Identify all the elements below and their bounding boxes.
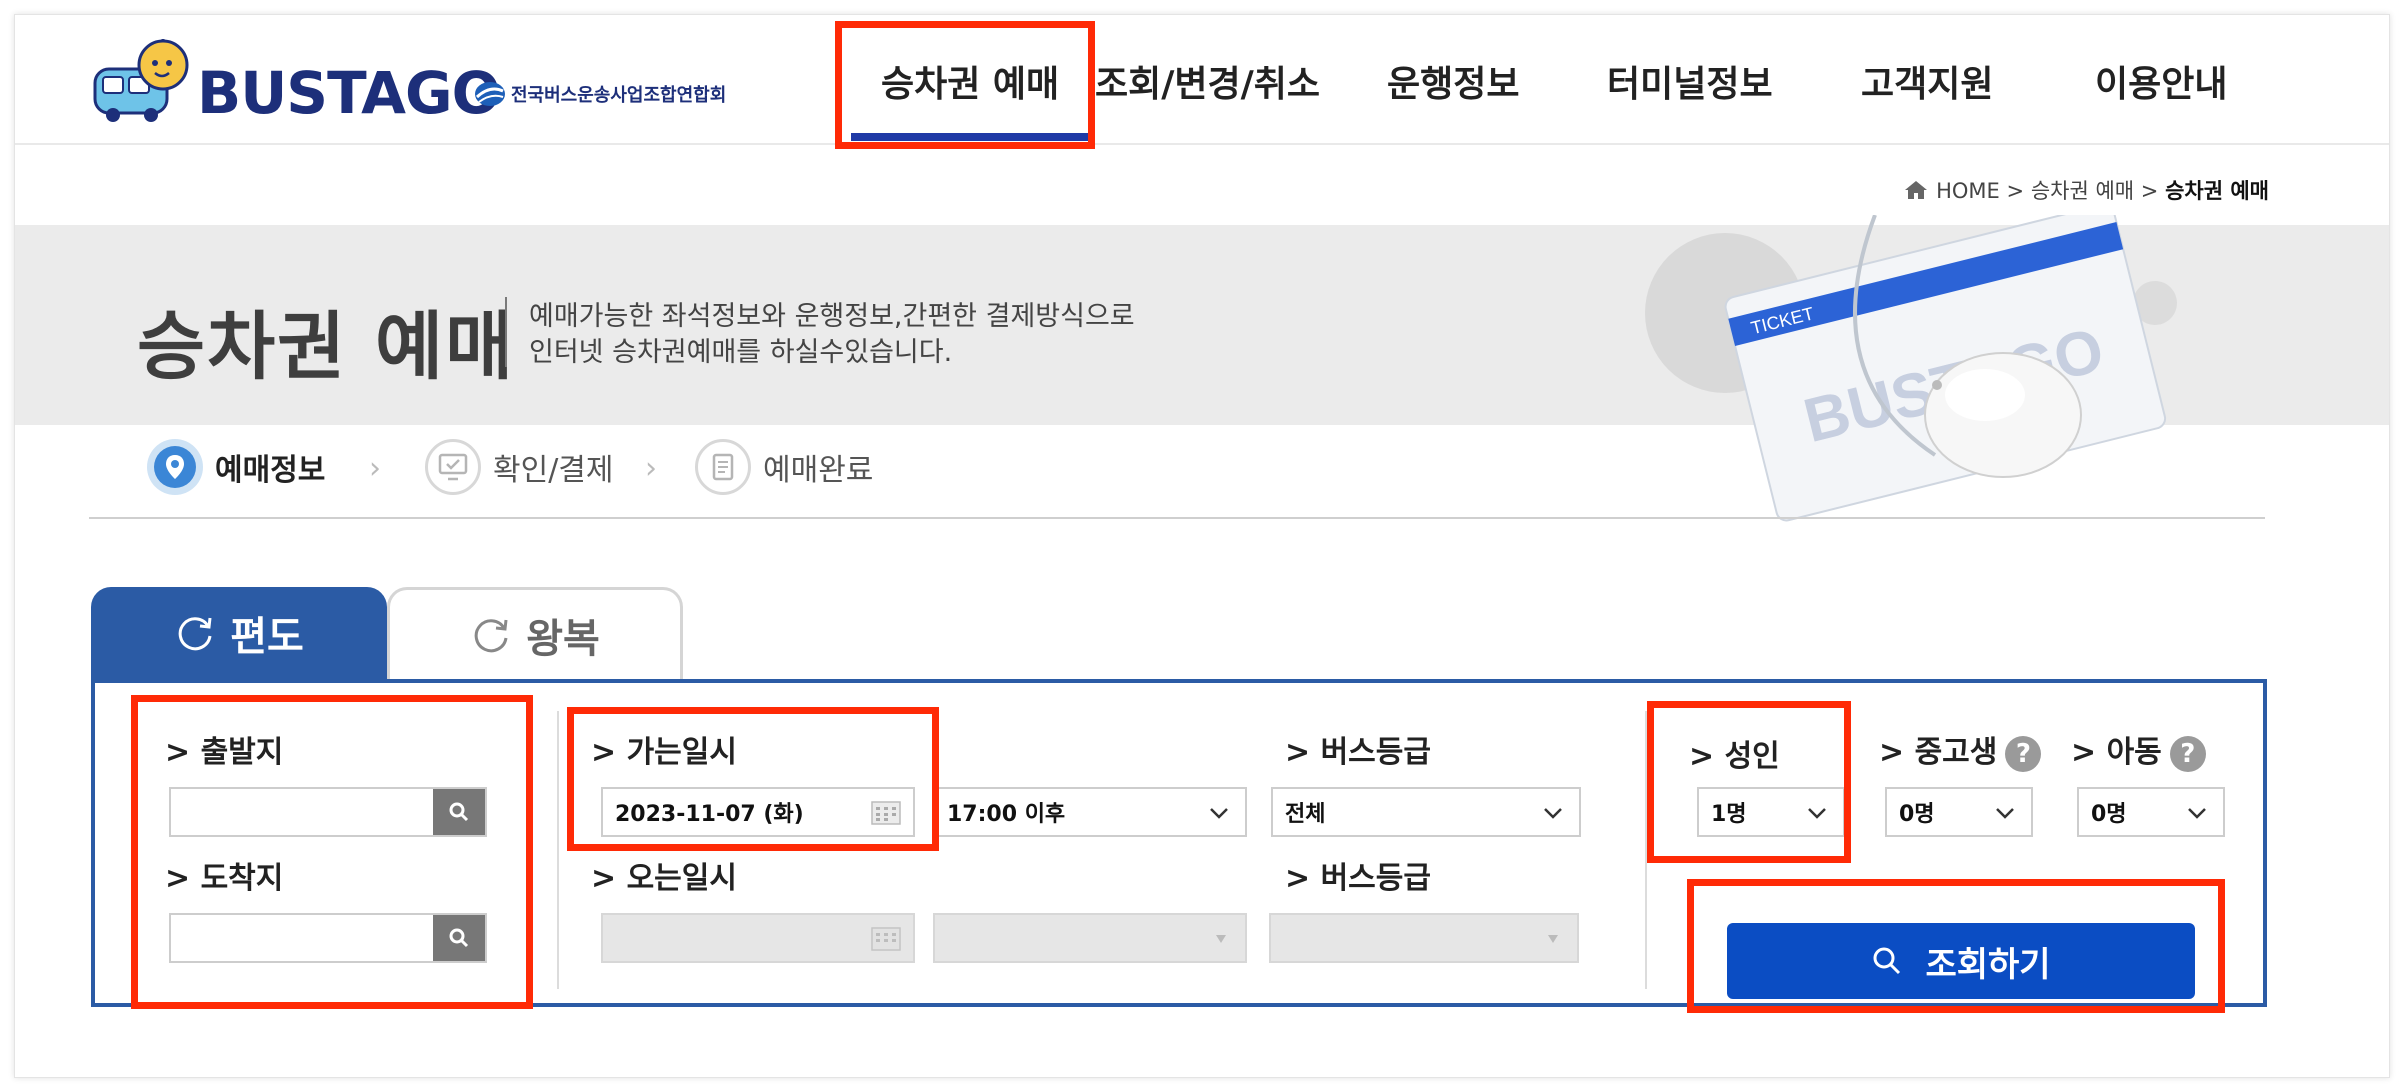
chevron-right-icon: ›: [645, 451, 657, 486]
departure-search-button[interactable]: [433, 789, 485, 835]
banner-description-line: 인터넷 승차권예매를 하실수있습니다.: [529, 337, 953, 368]
monitor-check-icon: [438, 453, 468, 481]
go-datetime-label: > 가는일시: [591, 735, 737, 770]
document-icon: [712, 453, 734, 481]
breadcrumb: HOME > 승차권 예매 > 승차권 예매: [1904, 175, 2269, 205]
search-button-label: 조회하기: [1925, 944, 2051, 985]
breadcrumb-home[interactable]: HOME: [1936, 179, 2000, 203]
go-date-value: 2023-11-07 (화): [615, 802, 804, 827]
bustago-logo[interactable]: BUSTAGO 전국버스운송사업조합연합회: [89, 35, 739, 135]
child-label-text: > 아동: [2071, 735, 2162, 770]
home-icon[interactable]: [1904, 180, 1928, 200]
search-icon: [449, 802, 469, 822]
ticket-mouse-illustration: TICKET BUSTAGO: [1645, 215, 2177, 522]
calendar-icon: [871, 927, 901, 951]
chevron-right-icon: ›: [369, 451, 381, 486]
chevron-down-icon: [1808, 808, 1826, 819]
section-divider: [89, 517, 2265, 519]
search-button[interactable]: 조회하기: [1727, 923, 2195, 999]
arrival-label: > 도착지: [165, 861, 284, 896]
chevron-down-icon: [1210, 808, 1228, 819]
go-grade-select[interactable]: 전체: [1271, 787, 1581, 837]
go-time-select[interactable]: 17:00 이후: [933, 787, 1247, 837]
search-icon: [1873, 947, 1901, 975]
site-header: BUSTAGO 전국버스운송사업조합연합회 승차권 예매 조회/변경/취소 운행…: [15, 15, 2389, 145]
student-label-text: > 중고생: [1879, 735, 1998, 770]
child-help-icon[interactable]: ?: [2169, 735, 2206, 772]
step-label: 확인/결제: [493, 453, 614, 488]
nav-ticket-booking[interactable]: 승차권 예매: [881, 55, 1059, 107]
bus-mascot-icon: [93, 39, 189, 122]
step-label: 예매완료: [763, 453, 874, 488]
banner-description-line: 예매가능한 좌석정보와 운행정보,간편한 결제방식으로: [529, 301, 1135, 332]
tab-label: 왕복: [526, 615, 600, 662]
nav-terminal-info[interactable]: 터미널정보: [1607, 55, 1773, 107]
student-label: > 중고생?: [1879, 727, 2042, 772]
child-label: > 아동?: [2071, 727, 2206, 772]
search-icon: [449, 928, 469, 948]
chevron-down-icon: [2188, 808, 2206, 819]
breadcrumb-separator: >: [2140, 179, 2159, 203]
chevron-down-icon: [1996, 808, 2014, 819]
departure-label: > 출발지: [165, 735, 284, 770]
student-count-select[interactable]: 0명: [1885, 787, 2033, 837]
association-name: 전국버스운송사업조합연합회: [511, 85, 727, 106]
caret-down-icon: [1216, 935, 1226, 943]
adult-count-value: 1명: [1711, 802, 1747, 827]
tab-label: 편도: [230, 614, 304, 660]
step-confirm-payment: 확인/결제: [425, 439, 614, 495]
go-grade-value: 전체: [1285, 802, 1326, 827]
banner-description: 예매가능한 좌석정보와 운행정보,간편한 결제방식으로 인터넷 승차권예매를 하…: [529, 299, 1135, 371]
return-grade-select: [1269, 913, 1579, 963]
arrival-input[interactable]: [169, 913, 487, 963]
calendar-icon[interactable]: [871, 799, 901, 825]
step-label: 예매정보: [215, 453, 326, 488]
arrival-search-button[interactable]: [433, 915, 485, 961]
nav-active-indicator: [851, 133, 1095, 141]
chevron-down-icon: [1544, 808, 1562, 819]
caret-down-icon: [1548, 935, 1558, 943]
go-date-field[interactable]: 2023-11-07 (화): [601, 787, 915, 837]
page-frame: BUSTAGO 전국버스운송사업조합연합회 승차권 예매 조회/변경/취소 운행…: [14, 14, 2390, 1078]
banner-divider: [505, 297, 507, 367]
breadcrumb-section[interactable]: 승차권 예매: [2031, 179, 2134, 203]
adult-count-select[interactable]: 1명: [1697, 787, 1845, 837]
step-booking-complete: 예매완료: [695, 439, 873, 495]
step-booking-info: 예매정보: [147, 439, 325, 495]
map-pin-icon: [166, 455, 184, 479]
child-count-value: 0명: [2091, 802, 2127, 827]
panel-divider: [1645, 711, 1647, 989]
go-time-value: 17:00 이후: [947, 802, 1066, 827]
breadcrumb-current: 승차권 예매: [2165, 179, 2269, 203]
logo-text: BUSTAGO: [197, 59, 501, 127]
panel-divider: [557, 711, 559, 989]
search-panel: > 출발지 > 도착지 > 가는일시 2023-11-07 (화) 17:00 …: [91, 679, 2267, 1007]
return-date-field: [601, 913, 915, 963]
nav-lookup-change-cancel[interactable]: 조회/변경/취소: [1095, 55, 1320, 107]
refresh-icon: [178, 617, 212, 651]
return-grade-label: > 버스등급: [1285, 861, 1431, 896]
refresh-icon: [474, 618, 508, 652]
student-count-value: 0명: [1899, 802, 1935, 827]
adult-label: > 성인: [1689, 739, 1780, 774]
go-grade-label: > 버스등급: [1285, 735, 1431, 770]
tab-one-way[interactable]: 편도: [91, 587, 387, 679]
nav-customer-support[interactable]: 고객지원: [1861, 55, 1993, 107]
page-title: 승차권 예매: [137, 304, 516, 390]
child-count-select[interactable]: 0명: [2077, 787, 2225, 837]
tab-round-trip[interactable]: 왕복: [387, 587, 683, 679]
breadcrumb-separator: >: [2006, 179, 2025, 203]
association-emblem-icon: [475, 82, 505, 106]
return-datetime-label: > 오는일시: [591, 861, 737, 896]
nav-usage-guide[interactable]: 이용안내: [2095, 55, 2227, 107]
return-time-select: [933, 913, 1247, 963]
student-help-icon[interactable]: ?: [2005, 735, 2042, 772]
nav-operation-info[interactable]: 운행정보: [1387, 55, 1519, 107]
departure-input[interactable]: [169, 787, 487, 837]
